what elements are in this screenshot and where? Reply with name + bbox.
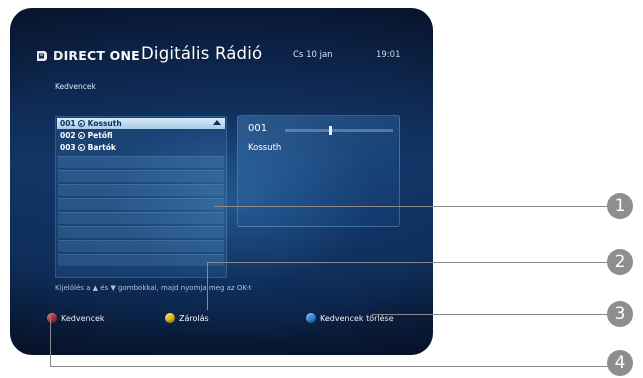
radio-icon	[77, 132, 85, 139]
time-label: 19:01	[376, 50, 401, 60]
callout-badge-1: 1	[607, 193, 633, 219]
channel-name: Bartók	[87, 143, 116, 152]
radio-icon	[77, 120, 85, 127]
callout-2-line-horizontal	[207, 262, 608, 263]
channel-number: 003	[60, 143, 76, 152]
scroll-up-arrow-icon[interactable]	[213, 120, 221, 125]
yellow-button-label: Zárolás	[179, 313, 209, 323]
empty-list-slot[interactable]	[58, 184, 224, 196]
callout-badge-4: 4	[607, 350, 633, 376]
signal-marker	[329, 126, 332, 135]
tv-screen: DIRECT ONE Digitális Rádió Cs 10 jan 19:…	[10, 8, 433, 355]
channel-number: 001	[60, 119, 76, 128]
brand-name: DIRECT ONE	[53, 48, 140, 63]
section-title: Kedvencek	[55, 82, 96, 91]
empty-list-slot[interactable]	[58, 198, 224, 210]
red-favorites-button[interactable]: Kedvencek	[47, 313, 105, 323]
channel-name: Kossuth	[87, 119, 122, 128]
channel-number: 002	[60, 131, 76, 140]
empty-list-slot[interactable]	[58, 212, 224, 224]
date-label: Cs 10 jan	[293, 50, 333, 60]
empty-list-slot[interactable]	[58, 240, 224, 252]
list-item-bartok[interactable]: 003 Bartók	[57, 142, 225, 153]
brand-logo: DIRECT ONE	[35, 48, 140, 63]
direct-one-logo-icon	[35, 50, 49, 62]
info-channel-number: 001	[248, 123, 268, 134]
callout-badge-2: 2	[607, 249, 633, 275]
callout-3-line	[372, 314, 608, 315]
callout-4-line-horizontal	[50, 366, 608, 367]
list-item-petofi[interactable]: 002 Petőfi	[57, 130, 225, 141]
info-channel-name: Kossuth	[248, 143, 282, 153]
empty-list-slot[interactable]	[58, 254, 224, 266]
callout-4-line-vertical	[50, 316, 51, 367]
radio-icon	[77, 144, 85, 151]
channel-info-panel: 001 Kossuth	[237, 115, 400, 227]
callout-badge-3: 3	[607, 301, 633, 327]
empty-list-slot[interactable]	[58, 226, 224, 238]
yellow-lock-button[interactable]: Zárolás	[165, 313, 209, 323]
red-button-label: Kedvencek	[61, 313, 105, 323]
red-button-icon	[47, 313, 57, 323]
empty-list-slot[interactable]	[58, 156, 224, 168]
yellow-button-icon	[165, 313, 175, 323]
signal-strength-bar	[285, 126, 393, 135]
callout-2-line-vertical	[207, 262, 208, 310]
list-item-kossuth[interactable]: 001 Kossuth	[57, 118, 225, 129]
channel-name: Petőfi	[87, 131, 113, 140]
callout-1-line	[214, 206, 608, 207]
navigation-hint: Kijelölés a ▲ és ▼ gombokkal, majd nyomj…	[55, 284, 252, 292]
favorites-channel-list[interactable]: 001 Kossuth 002 Petőfi 003 Bartók	[55, 116, 227, 278]
empty-list-slot[interactable]	[58, 170, 224, 182]
page-title: Digitális Rádió	[141, 44, 263, 63]
blue-button-icon	[306, 313, 316, 323]
